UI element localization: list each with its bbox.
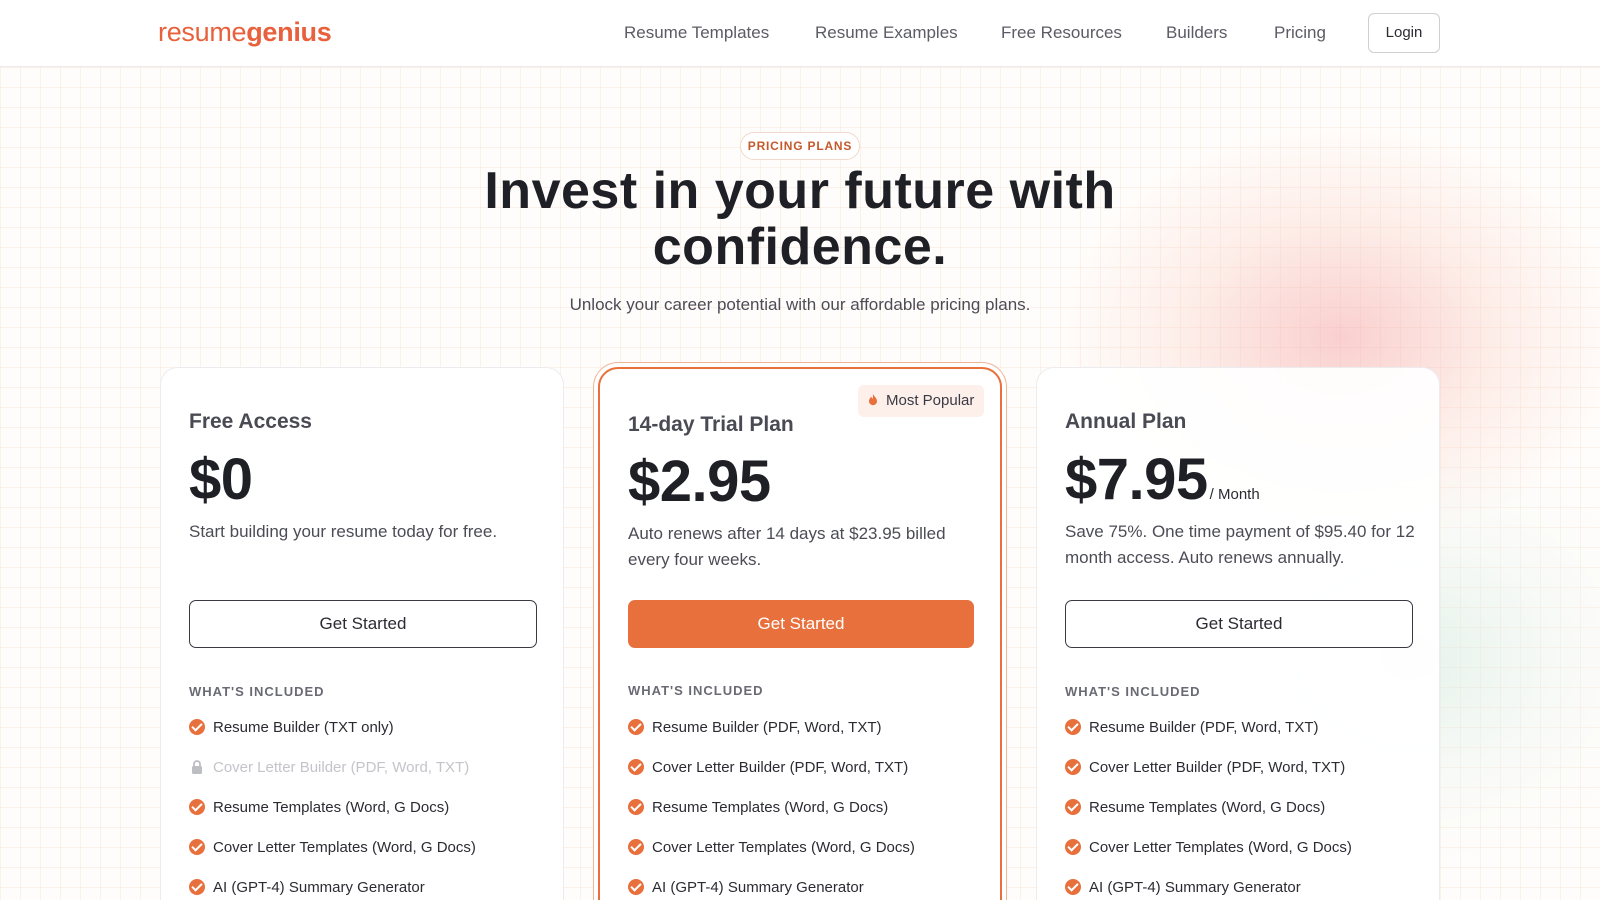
plan-card-trial: Most Popular 14-day Trial Plan $2.95 Aut… xyxy=(598,367,1002,900)
plan-card-free: Free Access $0 Start building your resum… xyxy=(160,367,564,900)
price-unit: / Month xyxy=(1209,486,1260,503)
whats-included-label: WHAT'S INCLUDED xyxy=(1065,684,1201,699)
feature-item-locked: Cover Letter Builder (PDF, Word, TXT) xyxy=(189,759,469,776)
plan-description: Start building your resume today for fre… xyxy=(189,522,498,541)
feature-label: Resume Builder (PDF, Word, TXT) xyxy=(1089,719,1319,736)
feature-label: AI (GPT-4) Summary Generator xyxy=(652,879,864,896)
feature-item: Resume Builder (TXT only) xyxy=(189,719,394,736)
lock-icon xyxy=(192,760,202,774)
nav-resume-templates[interactable]: Resume Templates xyxy=(624,23,769,43)
most-popular-label: Most Popular xyxy=(886,392,975,409)
nav-resume-examples[interactable]: Resume Examples xyxy=(815,23,958,43)
check-icon xyxy=(1065,799,1081,815)
feature-item: Cover Letter Builder (PDF, Word, TXT) xyxy=(628,759,908,776)
get-started-button-trial[interactable]: Get Started xyxy=(628,600,974,648)
feature-item: Cover Letter Templates (Word, G Docs) xyxy=(628,839,915,856)
price-value: $2.95 xyxy=(628,449,771,514)
check-icon xyxy=(1065,759,1081,775)
check-icon xyxy=(628,759,644,775)
nav-free-resources[interactable]: Free Resources xyxy=(1001,23,1122,43)
feature-item: Resume Templates (Word, G Docs) xyxy=(628,799,888,816)
logo-part-resume: resume xyxy=(158,17,247,47)
page-subtitle: Unlock your career potential with our af… xyxy=(569,295,1031,314)
plan-price: $7.95/ Month xyxy=(1065,446,1260,513)
get-started-button-annual[interactable]: Get Started xyxy=(1065,600,1413,648)
check-icon xyxy=(1065,839,1081,855)
pricing-plans-badge: PRICING PLANS xyxy=(740,132,860,160)
feature-label: Cover Letter Builder (PDF, Word, TXT) xyxy=(1089,759,1346,776)
check-icon xyxy=(628,719,644,735)
feature-item: AI (GPT-4) Summary Generator xyxy=(1065,879,1301,896)
whats-included-label: WHAT'S INCLUDED xyxy=(189,684,325,699)
feature-item: AI (GPT-4) Summary Generator xyxy=(628,879,864,896)
most-popular-badge: Most Popular xyxy=(858,385,985,417)
site-header: resumegenius Resume Templates Resume Exa… xyxy=(0,0,1600,67)
feature-label: Cover Letter Builder (PDF, Word, TXT) xyxy=(652,759,909,776)
check-icon xyxy=(189,839,205,855)
check-icon xyxy=(1065,879,1081,895)
check-icon xyxy=(628,799,644,815)
logo-part-genius: genius xyxy=(246,17,332,47)
check-icon xyxy=(189,719,205,735)
nav-pricing[interactable]: Pricing xyxy=(1274,23,1326,43)
check-icon xyxy=(189,799,205,815)
page-title: Invest in your future with confidence. xyxy=(400,163,1200,275)
resumegenius-logo[interactable]: resumegenius xyxy=(158,17,332,48)
title-line-2: confidence. xyxy=(652,218,948,276)
price-value: $7.95 xyxy=(1065,447,1208,512)
feature-item: AI (GPT-4) Summary Generator xyxy=(189,879,425,896)
feature-label: Resume Templates (Word, G Docs) xyxy=(213,799,450,816)
feature-item: Resume Templates (Word, G Docs) xyxy=(1065,799,1325,816)
get-started-button-free[interactable]: Get Started xyxy=(189,600,537,648)
feature-label: Cover Letter Templates (Word, G Docs) xyxy=(213,839,476,856)
whats-included-label: WHAT'S INCLUDED xyxy=(628,683,764,698)
feature-label: Resume Templates (Word, G Docs) xyxy=(1089,799,1326,816)
feature-label: AI (GPT-4) Summary Generator xyxy=(213,879,425,896)
flame-icon xyxy=(869,394,877,406)
feature-item: Cover Letter Templates (Word, G Docs) xyxy=(189,839,476,856)
feature-label: AI (GPT-4) Summary Generator xyxy=(1089,879,1301,896)
plan-price: $2.95 xyxy=(628,448,771,515)
nav-builders[interactable]: Builders xyxy=(1166,23,1227,43)
plan-card-annual: Annual Plan $7.95/ Month Save 75%. One t… xyxy=(1036,367,1440,900)
check-icon xyxy=(628,839,644,855)
plan-price: $0 xyxy=(189,446,253,513)
feature-label: Resume Builder (TXT only) xyxy=(213,719,394,736)
plan-description: Auto renews after 14 days at $23.95 bill… xyxy=(628,524,946,569)
login-button[interactable]: Login xyxy=(1368,13,1440,53)
plan-name: Annual Plan xyxy=(1065,410,1187,433)
feature-label: Cover Letter Templates (Word, G Docs) xyxy=(1089,839,1352,856)
feature-label: Cover Letter Templates (Word, G Docs) xyxy=(652,839,915,856)
check-icon xyxy=(189,879,205,895)
feature-item: Resume Builder (PDF, Word, TXT) xyxy=(1065,719,1319,736)
feature-item: Cover Letter Builder (PDF, Word, TXT) xyxy=(1065,759,1345,776)
check-icon xyxy=(1065,719,1081,735)
price-value: $0 xyxy=(189,447,253,512)
plan-description: Save 75%. One time payment of $95.40 for… xyxy=(1065,522,1415,567)
feature-label: Cover Letter Builder (PDF, Word, TXT) xyxy=(213,759,470,776)
feature-item: Resume Templates (Word, G Docs) xyxy=(189,799,449,816)
plan-name: Free Access xyxy=(189,410,312,433)
feature-item: Resume Builder (PDF, Word, TXT) xyxy=(628,719,882,736)
feature-label: Resume Templates (Word, G Docs) xyxy=(652,799,889,816)
feature-item: Cover Letter Templates (Word, G Docs) xyxy=(1065,839,1352,856)
check-icon xyxy=(628,879,644,895)
plan-name: 14-day Trial Plan xyxy=(628,413,794,436)
feature-label: Resume Builder (PDF, Word, TXT) xyxy=(652,719,882,736)
title-line-1: Invest in your future with xyxy=(484,162,1116,220)
